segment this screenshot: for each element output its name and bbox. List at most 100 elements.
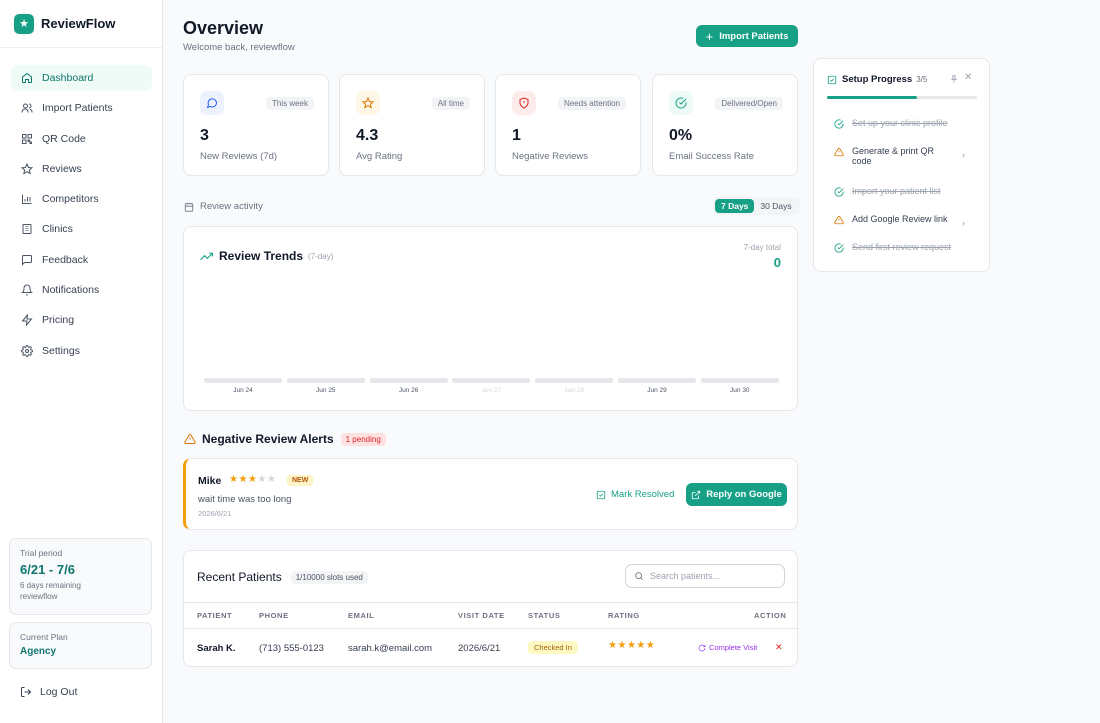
logout-icon xyxy=(21,687,32,697)
sidebar-item-label: Competitors xyxy=(42,193,99,206)
sidebar-item-label: Reviews xyxy=(42,162,82,175)
trend-bar xyxy=(618,378,696,383)
sidebar-item-competitors[interactable]: Competitors xyxy=(11,186,152,212)
check-square-icon xyxy=(596,490,606,499)
negative-alerts-title: Negative Review Alerts xyxy=(202,432,334,446)
reply-on-google-label: Reply on Google xyxy=(706,489,782,500)
pin-icon[interactable] xyxy=(949,74,959,84)
mark-resolved-button[interactable]: Mark Resolved xyxy=(596,489,674,500)
complete-visit-button[interactable]: Complete Visit xyxy=(698,643,757,652)
sidebar-item-label: Import Patients xyxy=(42,102,113,115)
brand[interactable]: ★ ReviewFlow xyxy=(0,0,162,48)
sidebar-item-label: Pricing xyxy=(42,314,75,327)
sidebar-item-settings[interactable]: Settings xyxy=(11,338,152,364)
column-header: RATING xyxy=(608,611,640,620)
sidebar-item-notifications[interactable]: Notifications xyxy=(11,277,152,303)
refresh-icon xyxy=(698,644,706,651)
patient-visit-date: 2026/6/21 xyxy=(458,643,501,654)
stat-value: 0% xyxy=(669,127,693,144)
setup-progress-heading: Setup Progress 3/5 xyxy=(827,74,927,85)
check-square-icon xyxy=(827,75,837,84)
trial-user: reviewflow xyxy=(20,592,58,602)
message-circle-icon xyxy=(200,91,224,115)
setup-progress-bar xyxy=(827,96,977,99)
range-toggle: 7 Days 30 Days xyxy=(713,197,800,215)
stat-card-new-reviews[interactable]: This week 3 New Reviews (7d) xyxy=(183,74,329,176)
trend-total-label: 7-day total xyxy=(743,243,781,252)
sidebar-item-dashboard[interactable]: Dashboard xyxy=(11,65,152,91)
recent-patients-card: Recent Patients 1/10000 slots used PATIE… xyxy=(183,550,798,667)
setup-step[interactable]: Send first review request xyxy=(834,242,974,253)
sidebar-item-qr-code[interactable]: QR Code xyxy=(11,126,152,152)
current-plan-card[interactable]: Current Plan Agency xyxy=(9,622,152,669)
setup-step[interactable]: Set up your clinic profile xyxy=(834,118,974,129)
sidebar-item-feedback[interactable]: Feedback xyxy=(11,247,152,273)
stat-label: Email Success Rate xyxy=(669,151,755,162)
import-patients-button[interactable]: + Import Patients xyxy=(696,25,798,47)
setup-step-label: Set up your clinic profile xyxy=(852,118,948,128)
sidebar-item-label: Clinics xyxy=(42,223,73,236)
sidebar-item-clinics[interactable]: Clinics xyxy=(11,216,152,242)
recent-patients-title: Recent Patients xyxy=(197,570,282,584)
stat-label: Avg Rating xyxy=(356,151,403,162)
star-filled-icon: ★ xyxy=(247,474,258,485)
stat-card-email-success[interactable]: Delivered/Open 0% Email Success Rate xyxy=(652,74,798,176)
complete-visit-label: Complete Visit xyxy=(709,643,758,652)
search-patients-input[interactable] xyxy=(650,571,770,581)
search-icon xyxy=(635,572,644,581)
trend-bar xyxy=(700,378,779,383)
bar-chart-icon xyxy=(20,192,34,206)
trend-day-label: Jun 28 xyxy=(564,387,584,394)
alert-rating-stars: ★★★★★ xyxy=(229,474,276,485)
star-filled-icon: ★ xyxy=(626,640,637,651)
chevron-right-icon: › xyxy=(962,150,965,160)
column-header: PHONE xyxy=(259,611,289,620)
sidebar-item-label: Dashboard xyxy=(42,72,94,84)
setup-progress-fill xyxy=(827,96,917,99)
stat-card-avg-rating[interactable]: All time 4.3 Avg Rating xyxy=(339,74,485,176)
sidebar-item-pricing[interactable]: Pricing xyxy=(11,307,152,333)
chevron-right-icon: › xyxy=(962,218,965,228)
sidebar-item-reviews[interactable]: Reviews xyxy=(11,156,152,182)
setup-step-label: Generate & print QR code xyxy=(852,146,935,166)
check-circle-icon xyxy=(834,187,844,197)
review-trends-subtitle: (7-day) xyxy=(308,251,334,261)
stat-value: 3 xyxy=(200,127,209,144)
setup-step[interactable]: Import your patient list xyxy=(834,186,974,197)
star-filled-icon: ★ xyxy=(238,474,248,485)
setup-step[interactable]: Generate & print QR code xyxy=(834,146,974,166)
star-icon xyxy=(356,91,380,115)
logout-button[interactable]: Log Out xyxy=(20,686,77,698)
warning-icon xyxy=(834,215,844,225)
range-30-days-button[interactable]: 30 Days xyxy=(754,199,797,213)
message-icon xyxy=(20,253,34,267)
stat-value: 4.3 xyxy=(356,127,379,144)
column-header: VISIT DATE xyxy=(458,611,505,620)
star-icon xyxy=(20,162,34,176)
patient-rating-stars: ★★★★★ xyxy=(608,640,655,651)
column-header: EMAIL xyxy=(348,611,375,620)
stat-card-negative-reviews[interactable]: Needs attention 1 Negative Reviews xyxy=(495,74,641,176)
patients-table-header: PATIENT PHONE EMAIL VISIT DATE STATUS RA… xyxy=(184,602,797,629)
remove-row-icon[interactable]: ✕ xyxy=(775,642,783,653)
logout-label: Log Out xyxy=(40,686,78,698)
reply-on-google-button[interactable]: Reply on Google xyxy=(686,483,787,506)
setup-step[interactable]: Add Google Review link xyxy=(834,214,974,225)
alert-card: Mike ★★★★★ NEW wait time was too long 20… xyxy=(183,458,798,530)
review-trends-card: Review Trends (7-day) 7-day total 0 Jun … xyxy=(183,226,798,411)
trend-bar xyxy=(204,378,282,383)
external-link-icon xyxy=(692,490,701,499)
sidebar-item-import-patients[interactable]: Import Patients xyxy=(11,95,152,121)
review-activity-label: Review activity xyxy=(184,201,263,212)
range-7-days-button[interactable]: 7 Days xyxy=(715,199,755,213)
import-patients-label: Import Patients xyxy=(719,30,789,42)
search-patients-box[interactable] xyxy=(625,564,785,588)
trend-day-label: Jun 26 xyxy=(398,387,419,394)
setup-progress-title: Setup Progress xyxy=(842,74,913,85)
building-icon xyxy=(20,222,34,236)
trend-bar xyxy=(535,378,614,383)
trial-label: Trial period xyxy=(20,548,63,558)
check-circle-icon xyxy=(834,243,844,253)
slots-used-badge: 1/10000 slots used xyxy=(290,570,368,584)
close-icon[interactable]: ✕ xyxy=(964,72,972,83)
